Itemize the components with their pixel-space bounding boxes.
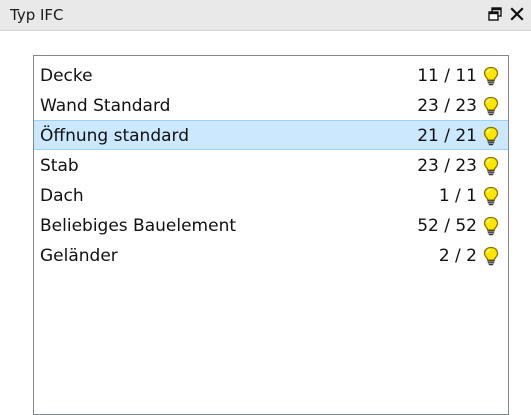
list-item-count: 2 / 2 <box>438 246 477 266</box>
panel-titlebar[interactable]: Typ IFC <box>0 0 531 31</box>
list-rows: Decke 11 / 11 Wand Standard 23 / 23 Öffnung … <box>34 60 508 270</box>
list-item-label: Geländer <box>40 246 118 266</box>
list-item-count: 52 / 52 <box>417 216 477 236</box>
list-item-count: 11 / 11 <box>417 66 477 86</box>
list-item-count: 21 / 21 <box>417 126 477 146</box>
lightbulb-icon[interactable] <box>482 186 500 206</box>
list-item-count: 23 / 23 <box>417 156 477 176</box>
lightbulb-icon[interactable] <box>482 66 500 86</box>
ifc-type-list[interactable]: Decke 11 / 11 Wand Standard 23 / 23 Öffnung … <box>33 55 509 415</box>
list-item[interactable]: Dach 1 / 1 <box>34 180 508 210</box>
list-item-label: Öffnung standard <box>40 126 190 146</box>
float-window-button[interactable] <box>485 3 505 25</box>
lightbulb-icon[interactable] <box>482 156 500 176</box>
list-item-count: 23 / 23 <box>417 96 477 116</box>
list-item-label: Wand Standard <box>40 96 171 116</box>
list-item-label: Dach <box>40 186 84 206</box>
list-item-count: 1 / 1 <box>438 186 477 206</box>
ifc-type-panel: Typ IFC Decke 11 / 11 Wand Standard 23 / 23… <box>0 0 531 415</box>
close-icon <box>510 7 524 21</box>
lightbulb-icon[interactable] <box>482 246 500 266</box>
list-item[interactable]: Stab 23 / 23 <box>34 150 508 180</box>
lightbulb-icon[interactable] <box>482 96 500 116</box>
list-item[interactable]: Wand Standard 23 / 23 <box>34 90 508 120</box>
lightbulb-icon[interactable] <box>482 126 500 146</box>
list-item-label: Decke <box>40 66 93 86</box>
list-item-label: Stab <box>40 156 79 176</box>
panel-title: Typ IFC <box>10 6 64 24</box>
float-window-icon <box>488 7 502 21</box>
lightbulb-icon[interactable] <box>482 216 500 236</box>
list-item-label: Beliebiges Bauelement <box>40 216 237 236</box>
list-item[interactable]: Decke 11 / 11 <box>34 60 508 90</box>
list-item[interactable]: Beliebiges Bauelement 52 / 52 <box>34 210 508 240</box>
list-item[interactable]: Geländer 2 / 2 <box>34 240 508 270</box>
list-item[interactable]: Öffnung standard 21 / 21 <box>34 120 508 150</box>
close-button[interactable] <box>507 3 527 25</box>
